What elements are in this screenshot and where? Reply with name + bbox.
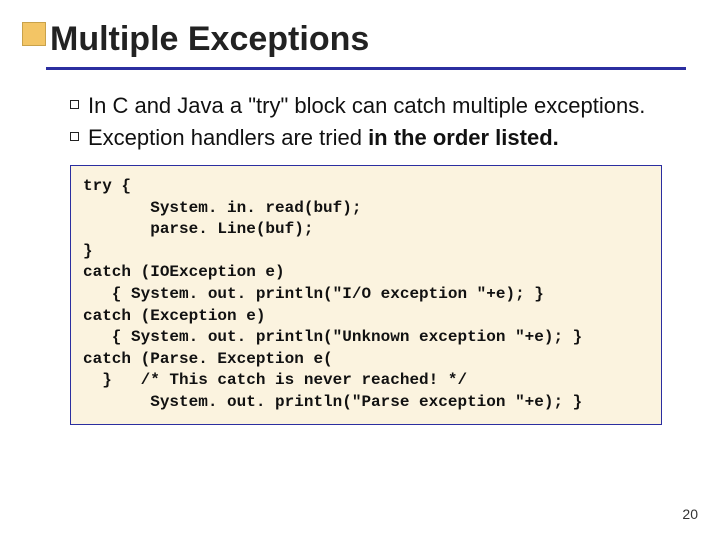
title-accent-box bbox=[22, 22, 46, 46]
bullet-text: Exception handlers are tried in the orde… bbox=[88, 124, 660, 152]
bullet-list: In C and Java a "try" block can catch mu… bbox=[70, 92, 660, 151]
code-block: try { System. in. read(buf); parse. Line… bbox=[70, 165, 662, 425]
bullet-text-pre: Exception handlers are tried bbox=[88, 125, 368, 150]
bullet-square-icon bbox=[70, 100, 79, 109]
page-number: 20 bbox=[682, 506, 698, 522]
slide: Multiple Exceptions In C and Java a "try… bbox=[0, 0, 720, 540]
bullet-square-icon bbox=[70, 132, 79, 141]
slide-title: Multiple Exceptions bbox=[50, 20, 720, 65]
bullet-item: In C and Java a "try" block can catch mu… bbox=[70, 92, 660, 120]
bullet-text-bold: in the order listed. bbox=[368, 125, 559, 150]
title-area: Multiple Exceptions bbox=[0, 0, 720, 70]
bullet-text: In C and Java a "try" block can catch mu… bbox=[88, 92, 660, 120]
title-underline bbox=[46, 67, 686, 70]
bullet-item: Exception handlers are tried in the orde… bbox=[70, 124, 660, 152]
